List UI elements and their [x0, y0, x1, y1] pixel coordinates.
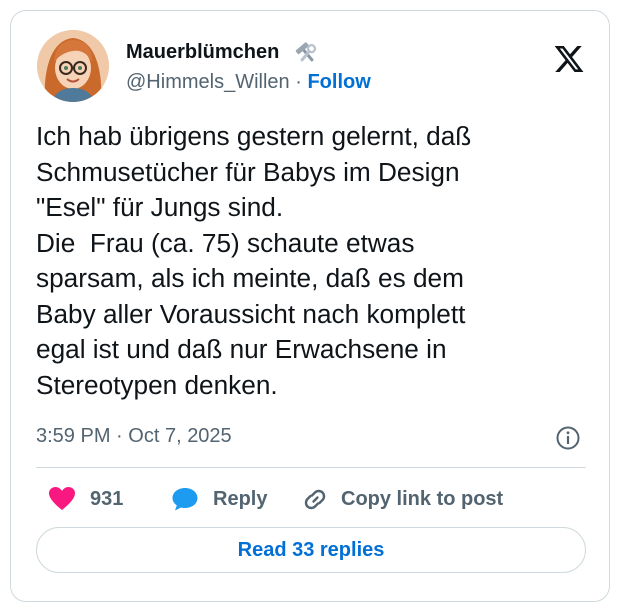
info-icon[interactable] [555, 425, 581, 451]
hammer-and-wrench-icon [294, 41, 320, 67]
divider [36, 467, 586, 468]
heart-icon [49, 487, 75, 510]
avatar-image [37, 30, 109, 102]
like-count: 931 [90, 487, 124, 510]
user-handle[interactable]: @Himmels_Willen [126, 71, 290, 93]
speech-bubble-icon [172, 488, 198, 511]
tweet-time: 3:59 PM [36, 425, 111, 447]
handle-row: @Himmels_Willen · Follow [126, 71, 371, 94]
follow-button[interactable]: Follow [307, 71, 370, 93]
tweet-text: Ich hab übrigens gestern gelernt, daß Sc… [36, 121, 472, 400]
tweet-timestamp[interactable]: 3:59 PM · Oct 7, 2025 [36, 425, 232, 448]
reply-button[interactable]: Reply [171, 481, 267, 517]
handle-separator: · [295, 71, 302, 93]
action-bar: 931 Reply Copy link to post [36, 481, 596, 517]
tweet-date: Oct 7, 2025 [128, 425, 232, 447]
link-icon [304, 489, 326, 510]
read-replies-button[interactable]: Read 33 replies [36, 527, 586, 573]
reply-label: Reply [213, 487, 268, 510]
display-name[interactable]: Mauerblümchen [126, 41, 279, 64]
timestamp-separator: · [116, 425, 123, 447]
tweet-card: Mauerblümchen @Himmels_Willen · Follow I… [10, 10, 610, 602]
avatar[interactable] [37, 30, 109, 102]
x-logo-icon[interactable] [553, 43, 585, 75]
copy-link-button[interactable]: Copy link to post [301, 481, 503, 517]
copy-link-label: Copy link to post [341, 487, 504, 510]
like-button[interactable]: 931 [48, 481, 123, 517]
